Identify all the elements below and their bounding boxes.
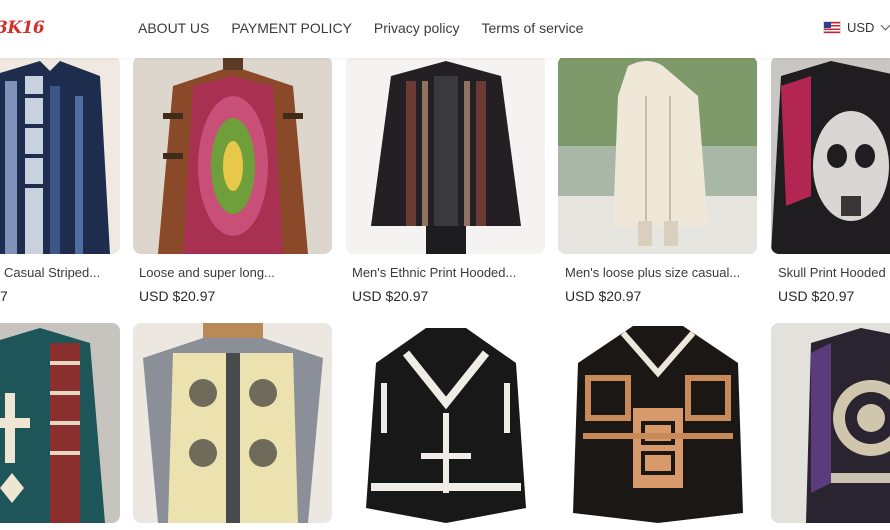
product-title[interactable]: Loose and super long...: [139, 265, 289, 280]
site-logo[interactable]: 3K16: [0, 18, 45, 38]
product-title[interactable]: Men's Ethnic Print Hooded...: [352, 265, 527, 280]
product-title[interactable]: Skull Print Hooded: [778, 265, 890, 280]
product-image[interactable]: [771, 323, 890, 523]
product-image[interactable]: [558, 56, 757, 254]
product-image[interactable]: [133, 323, 332, 523]
product-image[interactable]: [346, 323, 545, 523]
currency-selector[interactable]: USD: [823, 20, 890, 35]
us-flag-icon: [823, 21, 841, 34]
currency-label: USD: [847, 20, 875, 35]
nav-about-us[interactable]: ABOUT US: [138, 20, 209, 36]
product-title[interactable]: Casual Striped...: [4, 265, 114, 280]
site-header: 3K16 ABOUT US PAYMENT POLICY Privacy pol…: [0, 0, 890, 58]
product-price: USD $20.97: [139, 288, 216, 304]
main-nav: ABOUT US PAYMENT POLICY Privacy policy T…: [138, 20, 583, 36]
product-image[interactable]: [0, 323, 120, 523]
product-title[interactable]: Men's loose plus size casual...: [565, 265, 751, 280]
product-image[interactable]: [558, 323, 757, 523]
product-image[interactable]: [0, 56, 120, 254]
product-image[interactable]: [346, 56, 545, 254]
nav-terms-of-service[interactable]: Terms of service: [482, 20, 584, 36]
chevron-down-icon: [881, 20, 890, 31]
nav-privacy-policy[interactable]: Privacy policy: [374, 20, 460, 36]
product-image[interactable]: [771, 56, 890, 254]
product-price: 7: [0, 288, 8, 304]
product-price: USD $20.97: [352, 288, 429, 304]
product-image[interactable]: [133, 56, 332, 254]
product-price: USD $20.97: [778, 288, 855, 304]
nav-payment-policy[interactable]: PAYMENT POLICY: [231, 20, 352, 36]
product-price: USD $20.97: [565, 288, 642, 304]
